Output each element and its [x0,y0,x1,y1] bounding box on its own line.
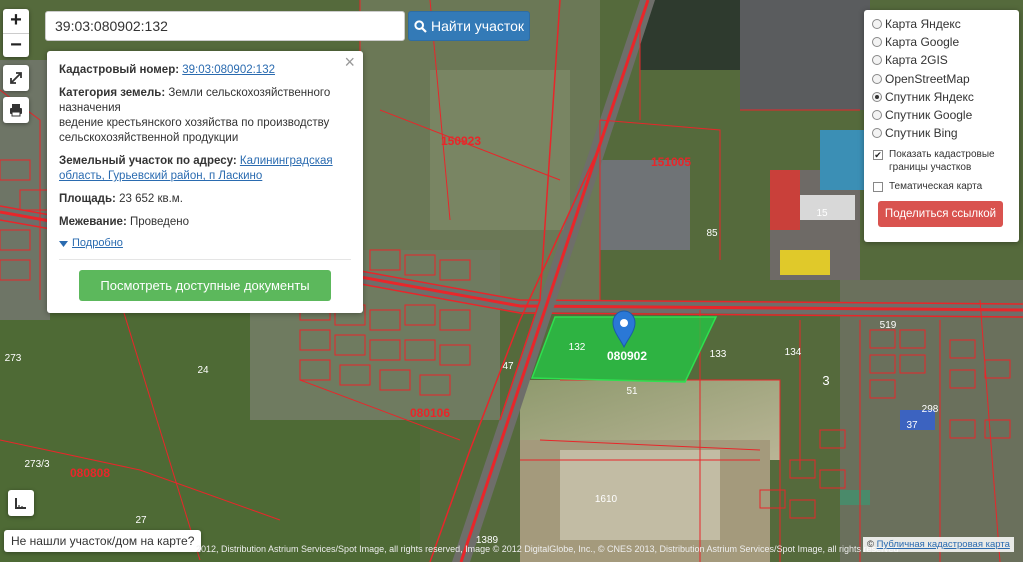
layers-panel: Карта Яндекс Карта Google Карта 2GIS OpenSt… [864,10,1019,242]
details-label: Подробно [72,237,123,249]
parcel-label: 080902 [607,349,647,363]
land-category-label: Категория земель: [59,87,166,99]
ruler-icon [15,498,26,509]
thematic-map-label: Тематическая карта [889,181,983,193]
find-parcel-label: Найти участок [430,18,525,34]
address-label: Земельный участок по адресу: [59,155,237,167]
parcel-number: 273 [5,353,22,364]
parcel-info-popup: × Кадастровый номер: 39:03:080902:132 Ка… [47,51,363,313]
base-layer-label: Спутник Яндекс [885,89,974,104]
cadastral-number-link[interactable]: 39:03:080902:132 [182,64,275,76]
printer-icon [10,104,22,117]
parcel-number: 134 [785,347,802,358]
area-label: Площадь: [59,193,116,205]
fullscreen-button[interactable] [3,65,29,91]
parcel-label: 150923 [441,134,481,148]
parcel-number: 519 [880,320,897,331]
copyright-symbol: © [867,539,874,550]
cadastral-number-label: Кадастровый номер: [59,64,180,76]
base-layer-label: Спутник Bing [885,126,958,141]
base-layer-label: Карта Google [885,35,960,50]
land-use-value: ведение крестьянского хозяйства по произ… [59,117,330,144]
radio-empty-icon [872,19,882,30]
find-parcel-button[interactable]: Найти участок [408,11,530,41]
checkbox-empty-icon [873,182,883,193]
cadastral-number-row: Кадастровый номер: 39:03:080902:132 [59,63,351,78]
expand-icon [10,72,22,84]
parcel-number: 133 [710,349,727,360]
view-documents-button[interactable]: Посмотреть доступные документы [79,270,331,301]
parcel-number: 37 [906,420,918,431]
caret-down-icon [59,240,68,247]
parcel-number: 85 [706,228,718,239]
parcel-number: 273/3 [24,459,49,470]
parcel-number: 47 [502,361,514,372]
parcel-number: 51 [626,386,638,397]
base-layer-option[interactable]: Спутник Яндекс [872,88,1011,106]
thematic-map-checkbox[interactable]: Тематическая карта [872,180,1011,193]
survey-value: Проведено [129,216,190,228]
parcel-number: 3 [822,373,829,388]
base-layer-label: OpenStreetMap [885,71,970,86]
zoom-control: + − [3,9,29,57]
ruler-button[interactable] [8,490,34,516]
land-category-row: Категория земель: Земли сельскохозяйстве… [59,86,351,146]
radio-empty-icon [872,55,882,66]
parcel-number: 1610 [595,494,618,505]
cadastral-boundaries-checkbox[interactable]: ✔ Показать кадастровые границы участков [872,148,1011,174]
base-layer-option[interactable]: Карта 2GIS [872,51,1011,69]
base-layer-label: Карта Яндекс [885,17,961,32]
parcel-number: 15 [816,208,828,219]
parcel-label: 080808 [70,466,110,480]
details-toggle[interactable]: Подробно [59,236,351,251]
base-layer-label: Карта 2GIS [885,53,948,68]
close-icon[interactable]: × [344,53,355,71]
cadastral-boundaries-label: Показать кадастровые границы участков [889,149,995,174]
map-attribution: 2012, Distribution Astrium Services/Spot… [196,544,899,554]
print-button[interactable] [3,97,29,123]
address-row: Земельный участок по адресу: Калининград… [59,154,351,184]
search-icon [414,19,427,33]
area-row: Площадь: 23 652 кв.м. [59,192,351,207]
base-layer-label: Спутник Google [885,108,973,123]
not-found-button[interactable]: Не нашли участок/дом на карте? [4,530,202,552]
pkk-credit: © Публичная кадастровая карта [863,537,1014,552]
parcel-label: 151005 [651,155,691,169]
base-layer-option[interactable]: Карта Яндекс [872,15,1011,33]
zoom-out-button[interactable]: − [3,33,29,57]
radio-empty-icon [872,73,882,84]
survey-row: Межевание: Проведено [59,215,351,230]
pkk-link[interactable]: Публичная кадастровая карта [877,539,1010,550]
cadastral-search-input[interactable] [45,11,405,41]
parcel-number: 132 [569,342,586,353]
base-layer-list: Карта Яндекс Карта Google Карта 2GIS OpenSt… [872,15,1011,142]
parcel-number: 27 [135,515,147,526]
radio-empty-icon [872,110,882,121]
radio-empty-icon [872,128,882,139]
checkbox-checked-icon: ✔ [873,150,883,161]
base-layer-option[interactable]: OpenStreetMap [872,70,1011,88]
survey-label: Межевание: [59,216,127,228]
radio-empty-icon [872,37,882,48]
share-link-button[interactable]: Поделиться ссылкой [878,201,1003,228]
base-layer-option[interactable]: Спутник Google [872,106,1011,124]
parcel-number: 24 [197,365,209,376]
area-value: 23 652 кв.м. [119,193,183,205]
base-layer-option[interactable]: Карта Google [872,33,1011,51]
radio-selected-icon [872,91,882,102]
parcel-number: 298 [922,404,939,415]
base-layer-option[interactable]: Спутник Bing [872,124,1011,142]
zoom-in-button[interactable]: + [3,9,29,33]
divider [59,259,351,260]
parcel-label: 080106 [410,406,450,420]
